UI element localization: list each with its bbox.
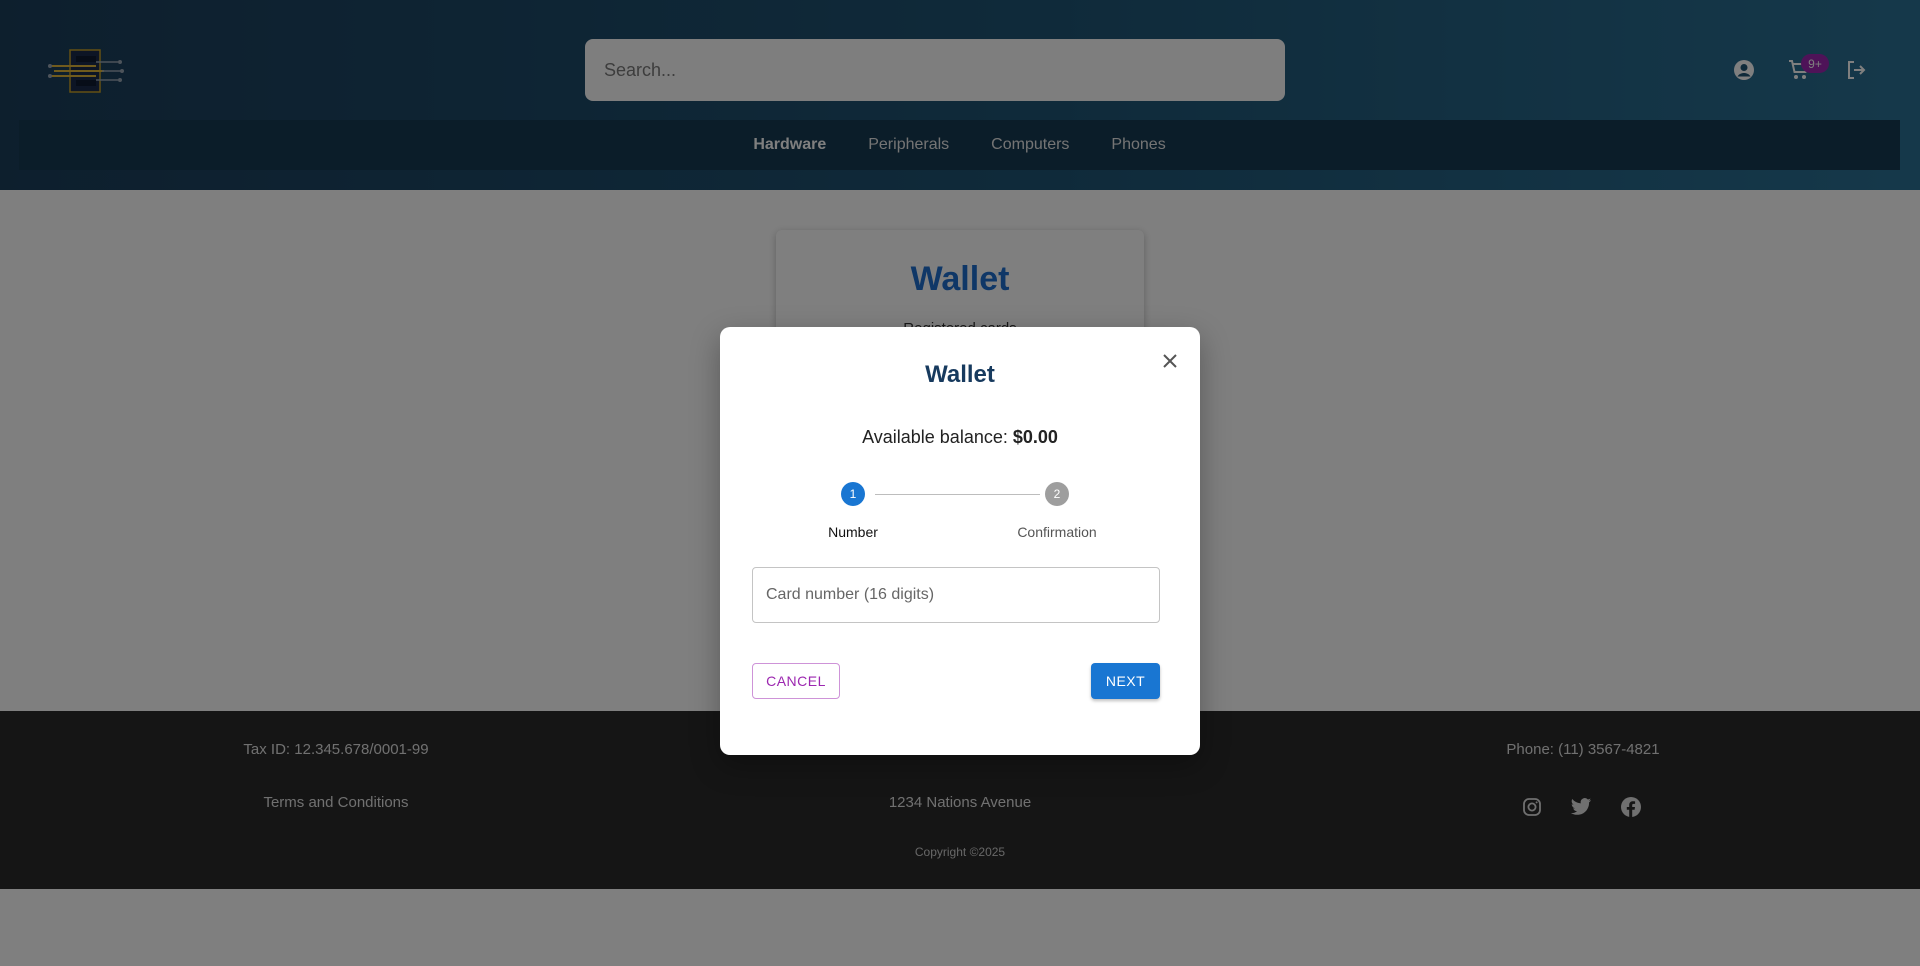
step-2-circle: 2 [1045, 482, 1069, 506]
next-button[interactable]: NEXT [1091, 663, 1160, 699]
step-2-label: Confirmation [1017, 524, 1097, 540]
available-balance: Available balance: $0.00 [720, 427, 1200, 448]
balance-value: $0.00 [1012, 427, 1058, 447]
close-icon[interactable] [1156, 347, 1184, 375]
card-number-input[interactable] [752, 567, 1160, 623]
balance-label: Available balance: [862, 427, 1008, 447]
step-1-label: Number [828, 524, 878, 540]
stepper-connector [875, 494, 1040, 495]
step-1-circle: 1 [841, 482, 865, 506]
wallet-modal: Wallet Available balance: $0.00 1 2 Numb… [720, 327, 1200, 755]
cancel-button[interactable]: CANCEL [752, 663, 840, 699]
modal-title: Wallet [925, 361, 995, 388]
